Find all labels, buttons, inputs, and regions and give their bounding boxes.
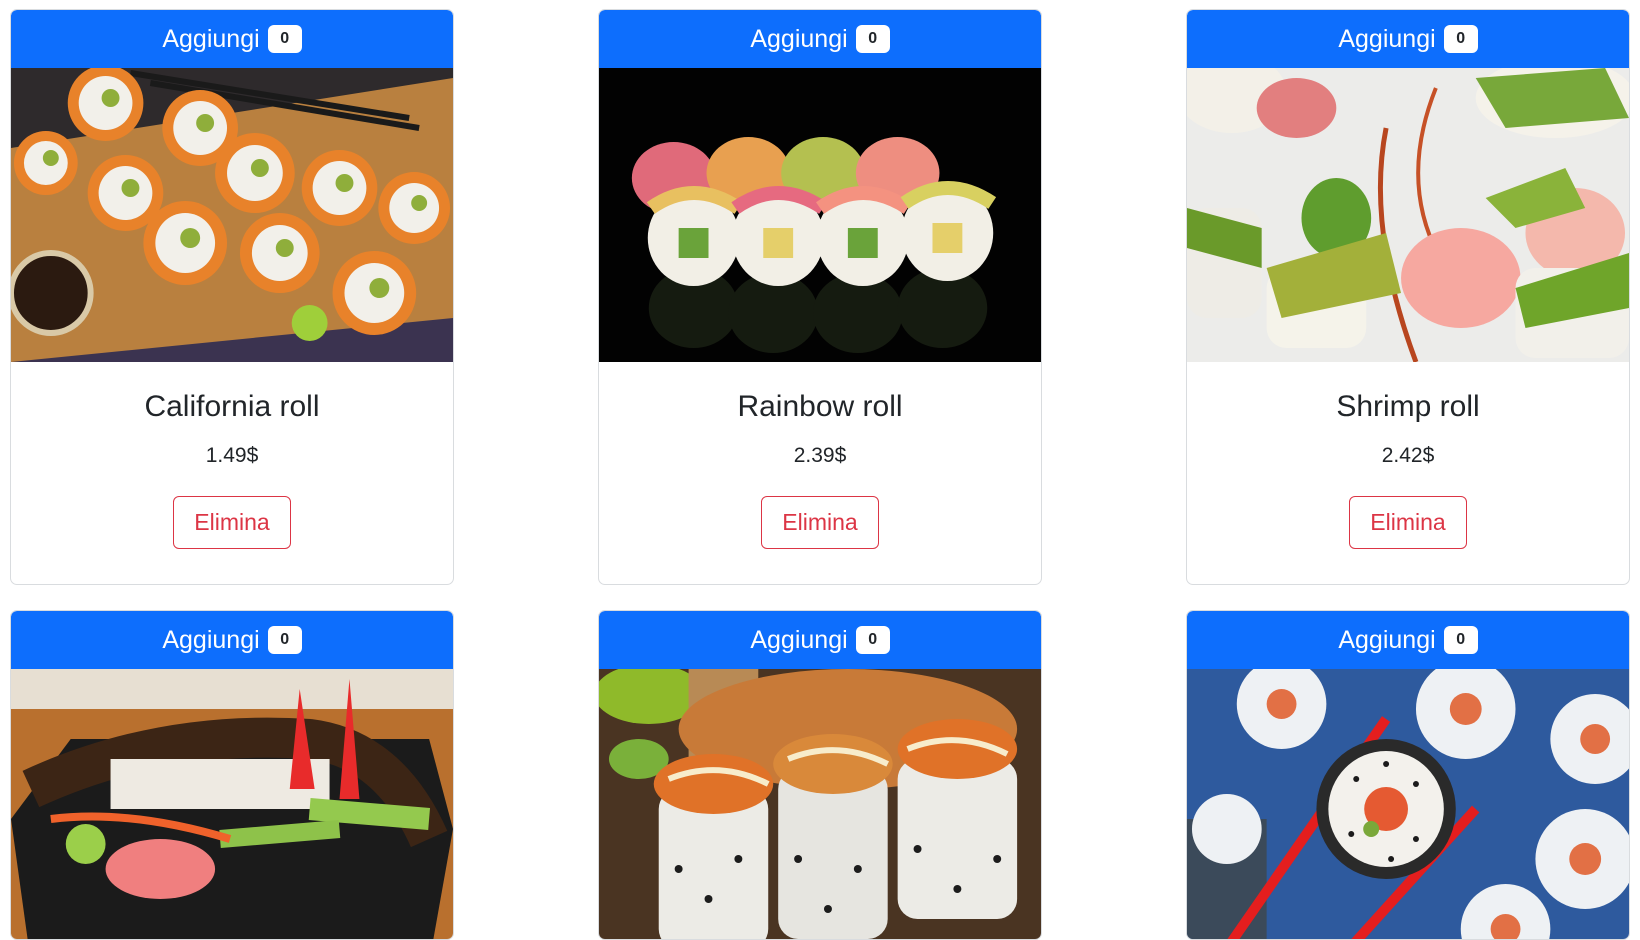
add-button-label: Aggiungi: [1338, 625, 1436, 654]
product-image: [11, 669, 453, 939]
product-image: [599, 669, 1041, 939]
add-button[interactable]: Aggiungi 0: [1187, 611, 1629, 669]
add-button-label: Aggiungi: [1338, 24, 1436, 53]
product-price: 2.42$: [1381, 444, 1435, 467]
count-badge: 0: [855, 25, 890, 53]
product-card-crunchy: Aggiungi 0: [598, 610, 1042, 940]
add-button-label: Aggiungi: [162, 24, 260, 53]
product-card-california: Aggiungi 0 California roll 1.49$ Elimina: [10, 9, 454, 585]
count-badge: 0: [855, 626, 890, 654]
count-badge: 0: [267, 25, 302, 53]
add-button[interactable]: Aggiungi 0: [599, 611, 1041, 669]
delete-button[interactable]: Elimina: [1349, 496, 1467, 549]
product-card-eel: Aggiungi 0: [10, 610, 454, 940]
add-button[interactable]: Aggiungi 0: [1187, 10, 1629, 68]
add-button[interactable]: Aggiungi 0: [11, 611, 453, 669]
product-name: Shrimp roll: [1336, 390, 1480, 423]
product-image: [599, 68, 1041, 362]
delete-button[interactable]: Elimina: [173, 496, 291, 549]
product-card-rainbow: Aggiungi 0 Rainbow roll 2.39$ Elimina: [598, 9, 1042, 585]
add-button-label: Aggiungi: [750, 24, 848, 53]
add-button-label: Aggiungi: [750, 625, 848, 654]
product-card-shrimp: Aggiungi 0 Shrimp roll 2.42$ Elimina: [1186, 9, 1630, 585]
product-price: 1.49$: [205, 444, 259, 467]
product-image: [11, 68, 453, 362]
add-button-label: Aggiungi: [162, 625, 260, 654]
product-image: [1187, 669, 1629, 939]
count-badge: 0: [1443, 626, 1478, 654]
product-image: [1187, 68, 1629, 362]
count-badge: 0: [1443, 25, 1478, 53]
add-button[interactable]: Aggiungi 0: [599, 10, 1041, 68]
product-card-maki: Aggiungi 0: [1186, 610, 1630, 940]
delete-button[interactable]: Elimina: [761, 496, 879, 549]
count-badge: 0: [267, 626, 302, 654]
product-price: 2.39$: [793, 444, 847, 467]
product-name: California roll: [144, 390, 320, 423]
product-name: Rainbow roll: [737, 390, 903, 423]
add-button[interactable]: Aggiungi 0: [11, 10, 453, 68]
